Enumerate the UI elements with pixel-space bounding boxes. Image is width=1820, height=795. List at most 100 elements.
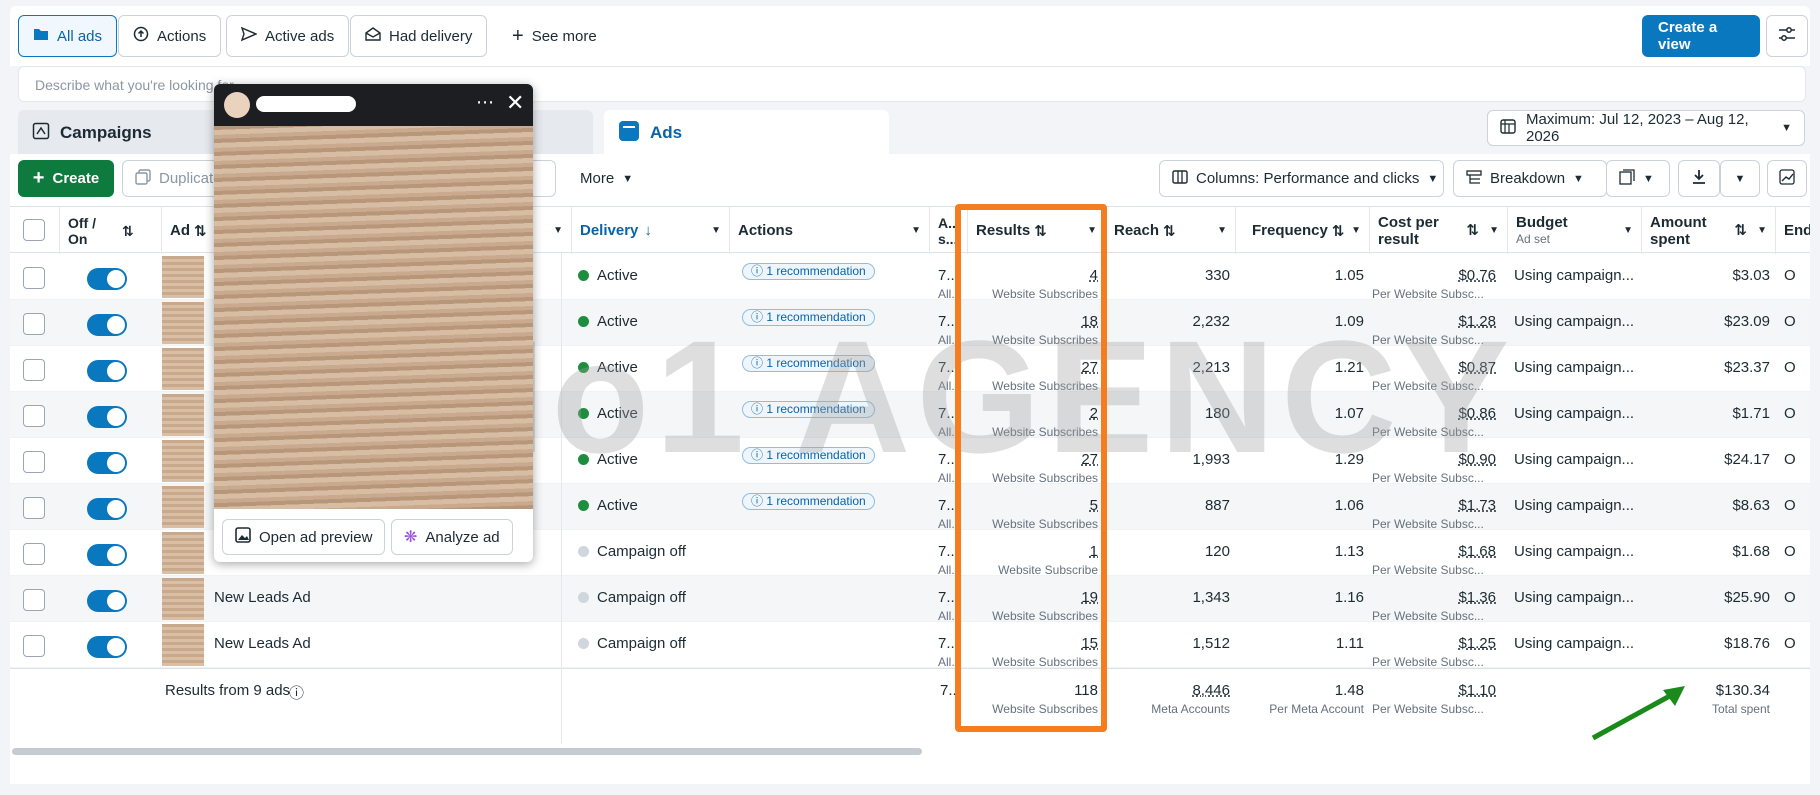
sort-icon: ⇅ [1034,222,1047,240]
filter-active-ads[interactable]: Active ads [226,15,350,57]
totals-frequency-sub: Per Meta Account [1269,702,1364,715]
amount-spent-value: $23.09 [1724,313,1770,330]
recommendation-badge[interactable]: ⓘ 1 recommendation [742,309,875,326]
row-checkbox[interactable] [23,543,45,565]
row-checkbox[interactable] [23,635,45,657]
row-on-off-toggle[interactable] [87,498,127,520]
results-value: 18 [1081,313,1098,330]
caret-down-icon: ▼ [1573,172,1584,185]
attribution-value: 7... [938,451,959,468]
header-select-all[interactable] [10,207,60,254]
row-checkbox[interactable] [23,497,45,519]
caret-down-icon: ▼ [911,225,921,236]
recommendation-label: 1 recommendation [766,356,866,370]
table-row[interactable]: New Leads Ad Campaign off 7... All... 19… [10,576,1810,622]
select-all-checkbox[interactable] [23,219,45,241]
delivery-status: Active [597,451,638,468]
totals-frequency: 1.48 [1334,682,1364,699]
row-checkbox[interactable] [23,451,45,473]
filter-actions[interactable]: Actions [118,15,222,57]
open-ad-preview-button[interactable]: Open ad preview [222,519,386,555]
analyze-ad-label: Analyze ad [425,528,500,546]
attribution-value: 7... [938,313,959,330]
recommendation-label: 1 recommendation [766,448,866,462]
row-on-off-toggle[interactable] [87,544,127,566]
totals-spent-sub: Total spent [1711,702,1770,715]
close-icon[interactable]: ✕ [506,90,524,116]
date-range-picker[interactable]: Maximum: Jul 12, 2023 – Aug 12, 2026 ▼ [1487,110,1805,146]
row-checkbox[interactable] [23,405,45,427]
recommendation-badge[interactable]: ⓘ 1 recommendation [742,447,875,464]
result-type: Website Subscribes [992,471,1098,484]
header-ends[interactable]: Ends [1776,207,1810,254]
row-checkbox[interactable] [23,589,45,611]
recommendation-badge[interactable]: ⓘ 1 recommendation [742,493,875,510]
ends-value: O [1784,405,1796,422]
header-off-on[interactable]: Off / On ⇅ [60,207,162,254]
delivery-cell: Active [578,300,728,346]
create-view-button[interactable]: Create a view [1642,15,1760,57]
header-delivery[interactable]: Delivery ↓ ▼ [572,207,730,254]
columns-button[interactable]: Columns: Performance and clicks ▼ [1159,160,1444,197]
horizontal-scrollbar[interactable] [12,748,922,755]
row-on-off-toggle[interactable] [87,314,127,336]
budget-value: Using campaign... [1514,543,1635,560]
header-budget[interactable]: Budget Ad set ▼ [1508,207,1642,254]
filter-had-delivery[interactable]: Had delivery [350,15,488,57]
create-button[interactable]: + Create [18,160,114,197]
status-dot [578,500,589,511]
breakdown-button[interactable]: Breakdown ▼ [1453,160,1607,197]
frequency-value: 1.16 [1334,589,1364,606]
ends-cell: O [1784,392,1810,438]
row-on-off-toggle[interactable] [87,590,127,612]
frequency-cell: 1.16 [1236,576,1364,622]
header-spent-line1: Amount [1650,213,1707,231]
charts-button[interactable] [1767,160,1807,197]
row-on-off-toggle[interactable] [87,406,127,428]
result-type: Website Subscribes [992,655,1098,668]
results-value: 5 [1089,497,1098,514]
header-attribution[interactable]: A... s... [930,207,968,254]
header-reach[interactable]: Reach ⇅ ▼ [1106,207,1236,254]
recommendation-badge[interactable]: ⓘ 1 recommendation [742,263,875,280]
cost-per-result-cell: $1.68 Per Website Subsc... [1370,530,1502,576]
attribution-sub: All... [938,287,962,300]
row-checkbox[interactable] [23,313,45,335]
filter-settings-button[interactable] [1766,15,1808,57]
export-button[interactable] [1678,160,1720,197]
reports-button[interactable]: ▼ [1606,160,1670,197]
caret-down-icon: ▼ [553,225,563,236]
info-icon[interactable]: ⓘ [289,682,304,703]
header-frequency[interactable]: Frequency ⇅ ▼ [1236,207,1370,254]
export-menu-button[interactable]: ▼ [1720,160,1760,197]
row-on-off-toggle[interactable] [87,452,127,474]
analyze-ad-button[interactable]: ❋ Analyze ad [391,519,513,555]
more-button[interactable]: More ▼ [568,160,646,197]
frequency-value: 1.06 [1334,497,1364,514]
row-on-off-toggle[interactable] [87,360,127,382]
see-more-label: See more [531,27,597,45]
result-type: Website Subscribes [992,609,1098,622]
see-more-button[interactable]: + See more [498,15,611,57]
more-options-icon[interactable]: ⋯ [476,92,494,113]
folder-icon [33,27,49,45]
preview-header: ⋯ ✕ [214,84,533,126]
tab-ads[interactable]: Ads [604,110,889,156]
ad-name-cell[interactable]: New Leads Ad [214,622,554,668]
row-on-off-toggle[interactable] [87,636,127,658]
row-checkbox[interactable] [23,359,45,381]
header-actions[interactable]: Actions ▼ [730,207,930,254]
header-results[interactable]: Results ⇅ ▼ [968,207,1106,254]
row-checkbox[interactable] [23,267,45,289]
recommendation-badge[interactable]: ⓘ 1 recommendation [742,401,875,418]
ad-name-cell[interactable]: New Leads Ad [214,576,554,622]
header-cost-per-result[interactable]: Cost per result ⇅ ▼ [1370,207,1508,254]
filter-all-ads[interactable]: All ads [18,15,118,57]
table-row[interactable]: New Leads Ad Campaign off 7... All... 15… [10,622,1810,668]
cost-per-result-value: $0.76 [1458,267,1496,284]
recommendation-badge[interactable]: ⓘ 1 recommendation [742,355,875,372]
breakdown-label: Breakdown [1490,170,1566,187]
header-amount-spent[interactable]: Amount spent ⇅ ▼ [1642,207,1776,254]
frequency-value: 1.29 [1334,451,1364,468]
row-on-off-toggle[interactable] [87,268,127,290]
